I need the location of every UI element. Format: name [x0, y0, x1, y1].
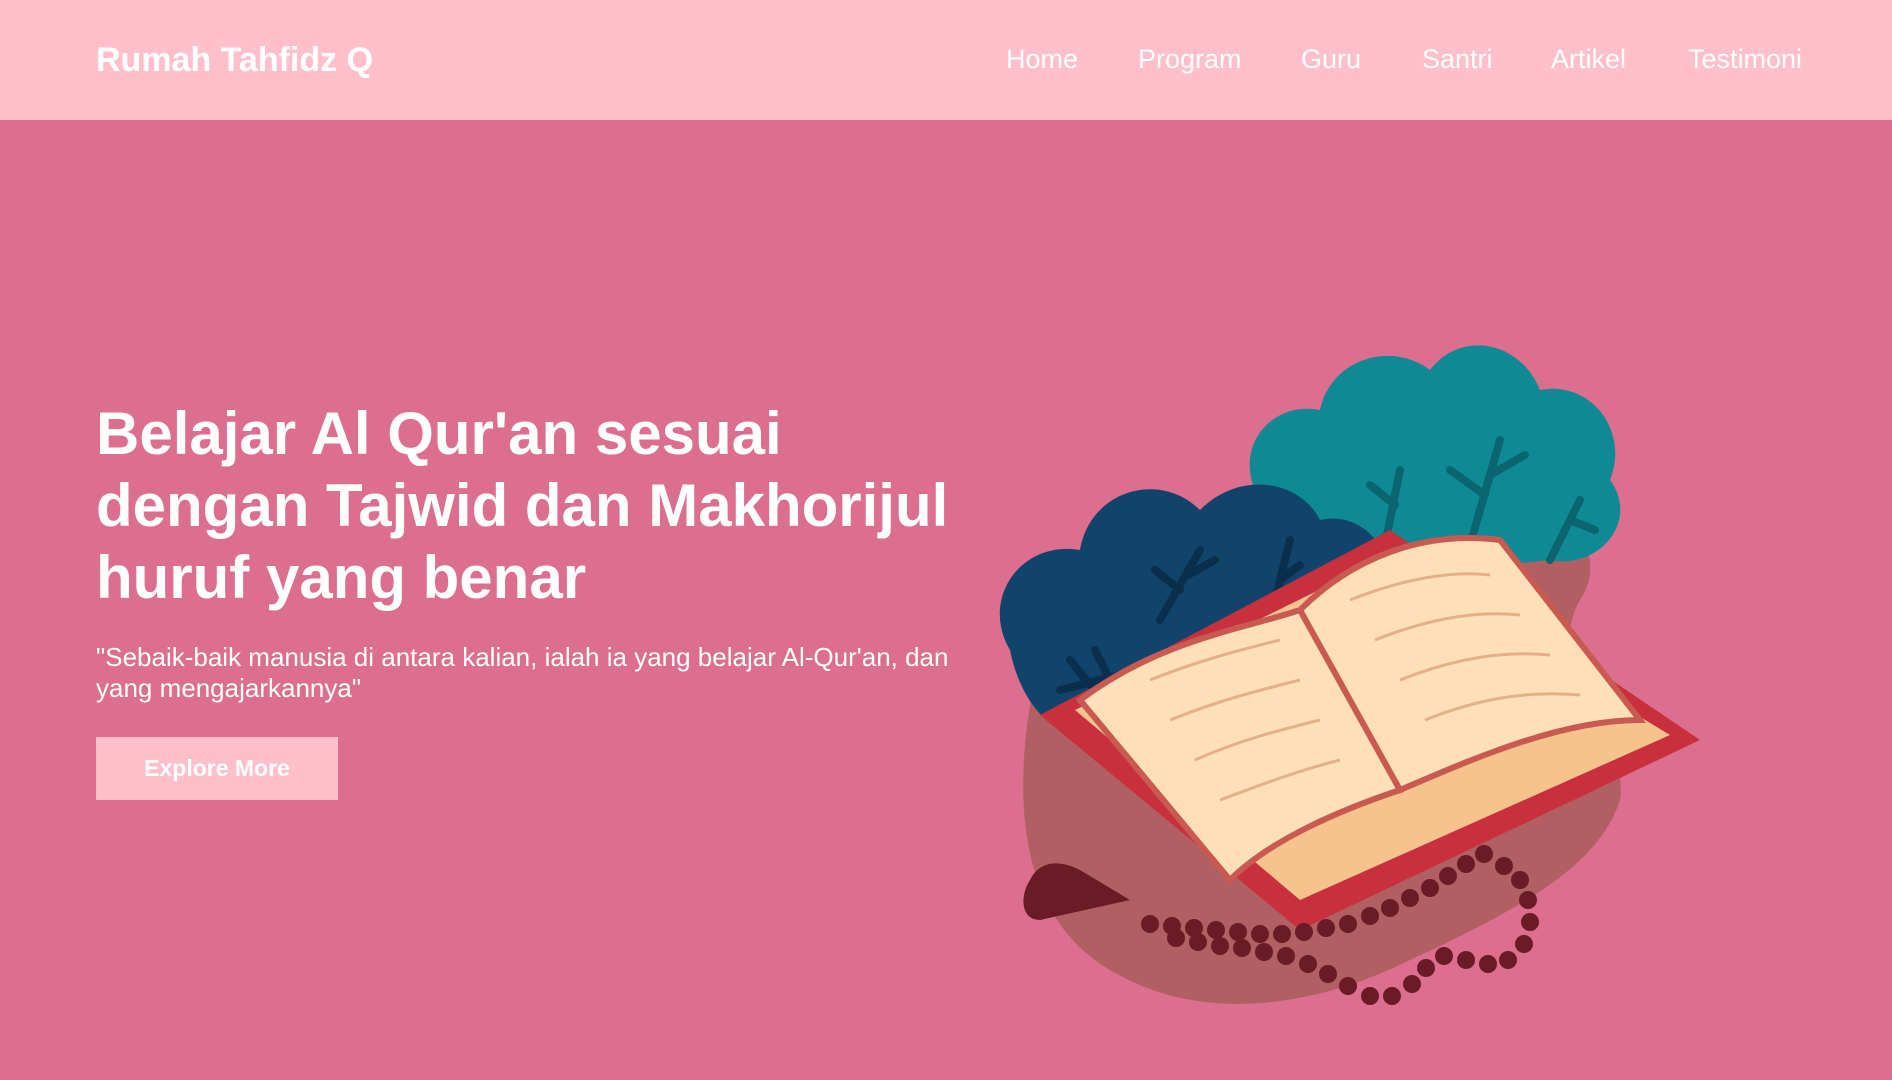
hero-section: Belajar Al Qur'an sesuai dengan Tajwid d…: [0, 120, 1892, 1079]
nav-artikel[interactable]: Artikel: [1551, 41, 1626, 77]
open-quran-icon: [980, 240, 1820, 1080]
hero-quote: "Sebaik-baik manusia di antara kalian, i…: [96, 642, 949, 703]
nav-santri[interactable]: Santri: [1422, 41, 1493, 77]
hero-title: Belajar Al Qur'an sesuai dengan Tajwid d…: [96, 400, 949, 611]
nav-home[interactable]: Home: [1006, 41, 1078, 77]
nav-program[interactable]: Program: [1138, 41, 1242, 77]
navbar: Rumah Tahfidz Q Home Program Guru Santri…: [0, 0, 1892, 120]
explore-more-button[interactable]: Explore More: [96, 737, 338, 800]
main-nav: Home Program Guru Santri Artikel Testimo…: [0, 41, 1892, 81]
nav-testimoni[interactable]: Testimoni: [1688, 41, 1802, 77]
nav-guru[interactable]: Guru: [1301, 41, 1361, 77]
